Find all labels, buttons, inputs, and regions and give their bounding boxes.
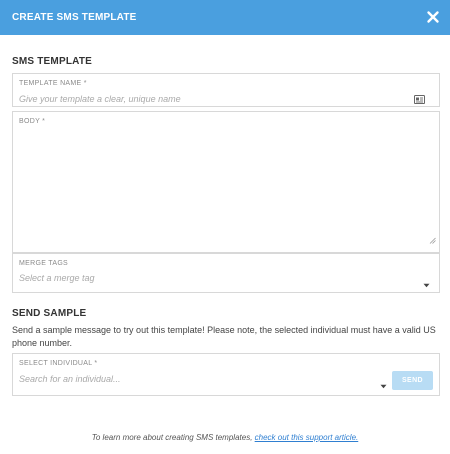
resize-grip-icon[interactable]	[429, 231, 436, 249]
template-name-label: TEMPLATE NAME *	[19, 80, 87, 87]
send-sample-description: Send a sample message to try out this te…	[12, 325, 436, 348]
sms-template-heading: SMS TEMPLATE	[12, 56, 92, 67]
merge-tags-label: MERGE TAGS	[19, 260, 69, 267]
body-textarea[interactable]	[19, 132, 433, 244]
select-individual-field[interactable]: SELECT INDIVIDUAL * SEND	[12, 353, 440, 396]
body-label: BODY *	[19, 118, 46, 125]
caret-down-icon[interactable]	[423, 275, 430, 293]
send-sample-heading: SEND SAMPLE	[12, 308, 87, 319]
card-icon	[414, 91, 425, 109]
template-name-input[interactable]	[19, 94, 399, 104]
body-field[interactable]: BODY *	[12, 111, 440, 253]
caret-down-icon[interactable]	[380, 376, 387, 394]
send-button[interactable]: SEND	[392, 371, 433, 390]
modal-title: CREATE SMS TEMPLATE	[12, 12, 137, 23]
select-individual-label: SELECT INDIVIDUAL *	[19, 360, 98, 367]
footer-text: To learn more about creating SMS templat…	[91, 433, 255, 442]
merge-tags-field[interactable]: MERGE TAGS	[12, 253, 440, 293]
close-button[interactable]	[424, 8, 442, 26]
support-article-link[interactable]: check out this support article.	[255, 433, 359, 442]
template-name-field[interactable]: TEMPLATE NAME *	[12, 73, 440, 107]
modal-header: CREATE SMS TEMPLATE	[0, 0, 450, 35]
merge-tags-select[interactable]	[19, 273, 136, 283]
footer-help: To learn more about creating SMS templat…	[0, 433, 450, 442]
close-icon	[427, 11, 439, 23]
individual-search-input[interactable]	[19, 374, 359, 384]
